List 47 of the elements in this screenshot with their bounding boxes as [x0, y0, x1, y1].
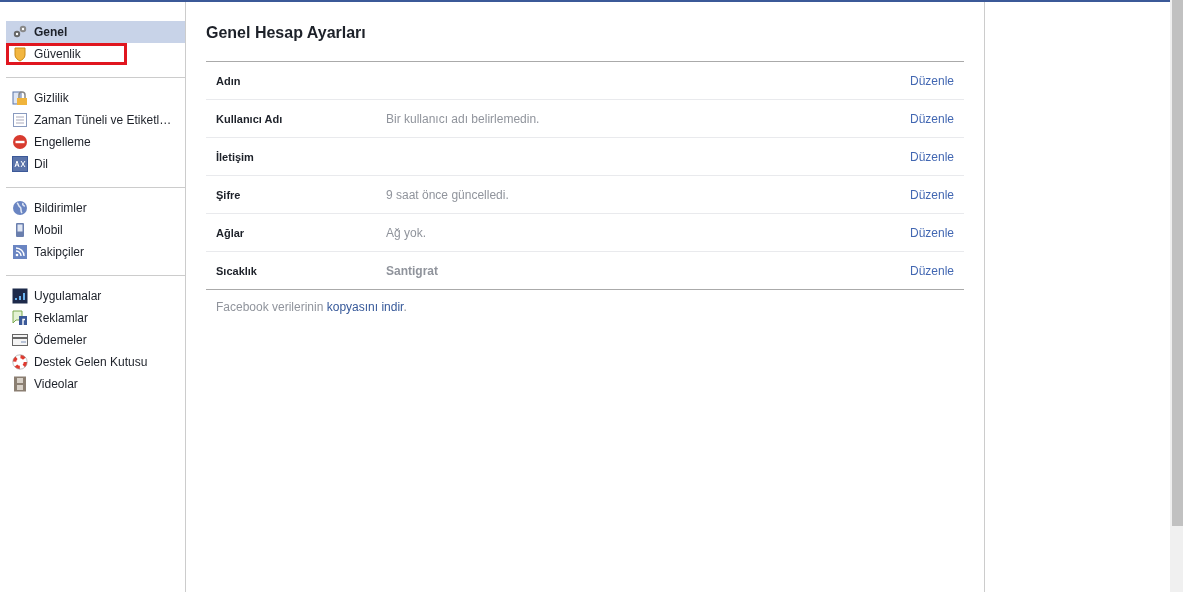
sidebar-item[interactable]: Dil	[6, 153, 185, 175]
sidebar-item[interactable]: Takipçiler	[6, 241, 185, 263]
language-icon	[12, 156, 28, 172]
rss-icon	[12, 244, 28, 260]
sidebar-item[interactable]: Engelleme	[6, 131, 185, 153]
setting-label: Kullanıcı Adı	[216, 112, 284, 125]
sidebar-item[interactable]: Bildirimler	[6, 197, 185, 219]
edit-link[interactable]: Düzenle	[909, 149, 954, 164]
lifebuoy-icon	[12, 354, 28, 370]
film-icon	[12, 376, 28, 392]
sidebar-item[interactable]: Zaman Tüneli ve Etiketl…	[6, 109, 185, 131]
download-link[interactable]: kopyasını indir	[326, 300, 404, 314]
setting-label: İletişim	[216, 150, 255, 163]
ads-icon	[12, 310, 28, 326]
sidebar-item[interactable]: Uygulamalar	[6, 285, 185, 307]
apps-icon	[12, 288, 28, 304]
scrollbar-thumb[interactable]	[1172, 0, 1183, 526]
setting-value: Bir kullanıcı adı belirlemedin.	[386, 111, 541, 126]
edit-link[interactable]: Düzenle	[909, 263, 954, 278]
edit-link[interactable]: Düzenle	[909, 73, 954, 88]
setting-label: Adın	[216, 74, 242, 87]
lock-icon	[12, 90, 28, 106]
setting-label: Ağlar	[216, 226, 246, 239]
sidebar-item[interactable]: Destek Gelen Kutusu	[6, 351, 185, 373]
page-title: Genel Hesap Ayarları	[206, 24, 367, 42]
setting-label: Sıcaklık	[216, 264, 258, 277]
setting-label: Şifre	[216, 188, 242, 201]
sidebar-item[interactable]: Güvenlik	[6, 43, 127, 65]
sidebar-item[interactable]: Videolar	[6, 373, 185, 395]
sidebar-item[interactable]: Mobil	[6, 219, 185, 241]
timeline-icon	[12, 112, 28, 128]
setting-value: 9 saat önce güncelledi.	[386, 187, 510, 202]
sidebar-item[interactable]: Ödemeler	[6, 329, 185, 351]
globe-icon	[12, 200, 28, 216]
block-icon	[12, 134, 28, 150]
edit-link[interactable]: Düzenle	[909, 225, 954, 240]
sidebar-item[interactable]: Gizlilik	[6, 87, 185, 109]
edit-link[interactable]: Düzenle	[909, 111, 954, 126]
sidebar-item[interactable]: Genel	[6, 21, 185, 43]
gears-icon	[12, 24, 28, 40]
download-note: Facebook verilerinin kopyasını indir.	[216, 300, 408, 314]
edit-link[interactable]: Düzenle	[909, 187, 954, 202]
sidebar-item[interactable]: Reklamlar	[6, 307, 185, 329]
shield-icon	[12, 46, 28, 62]
setting-value: Ağ yok.	[386, 225, 428, 240]
setting-value: Santigrat	[386, 263, 439, 278]
credit-card-icon	[12, 332, 28, 348]
